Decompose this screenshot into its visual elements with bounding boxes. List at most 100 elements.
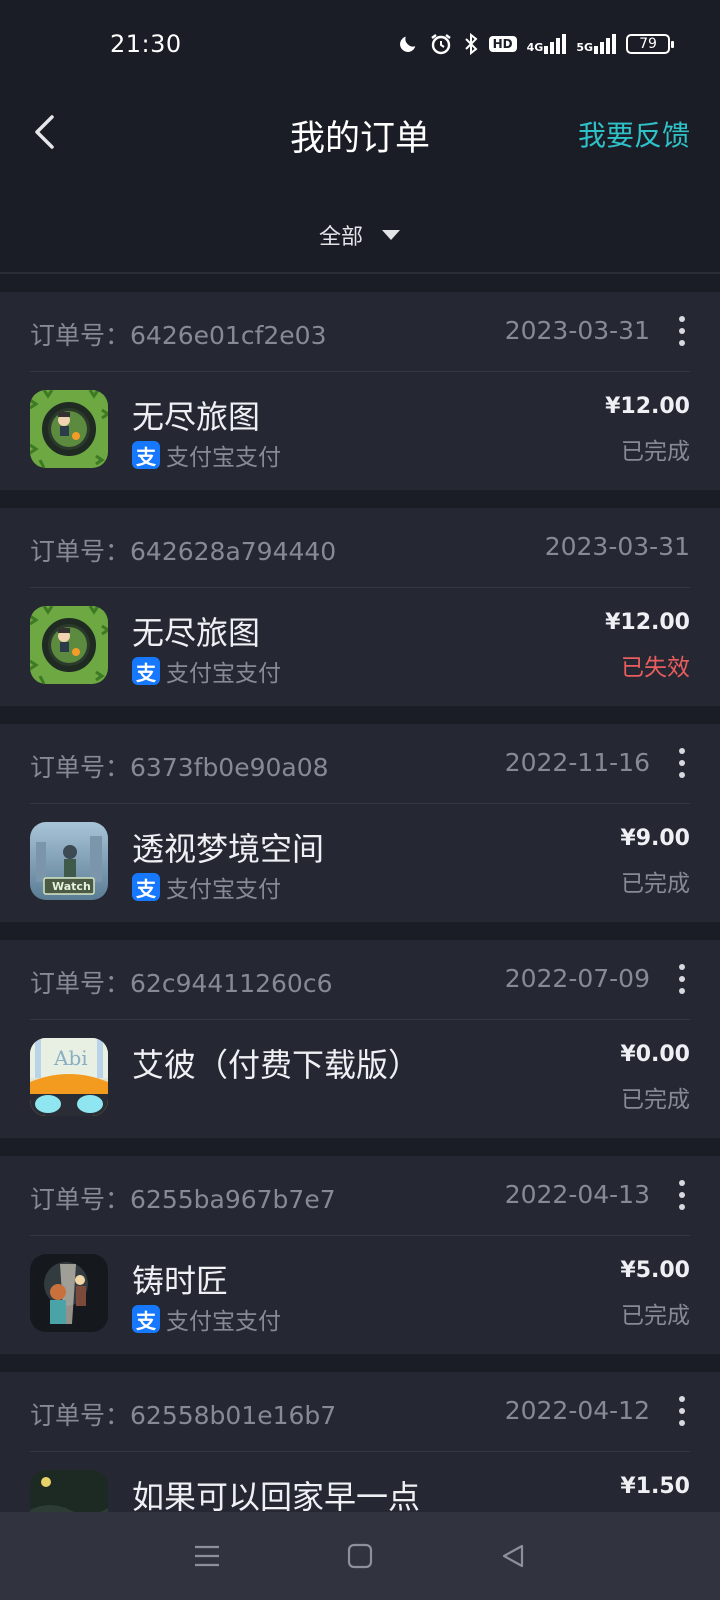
pay-method-label: 支付宝支付 [166, 1309, 281, 1335]
order-header: 订单号：62c94411260c6 2022-07-09 [30, 940, 690, 1020]
order-status: 已完成 [621, 1087, 690, 1113]
status-bar: 21:30 HD 4G 5G 79 [0, 0, 720, 90]
order-card[interactable]: 订单号：6255ba967b7e7 2022-04-13 铸时匠 支 支付宝支付… [0, 1156, 720, 1354]
order-date: 2022-07-09 [504, 964, 650, 993]
4g-label: 4G [526, 41, 544, 54]
order-number-value: 6373fb0e90a08 [130, 753, 329, 782]
app-icon-toushimengjing: Watch [30, 822, 108, 900]
order-number-label: 订单号： [30, 1401, 131, 1430]
order-number: 订单号：62558b01e16b7 [30, 1396, 336, 1432]
order-number-value: 642628a794440 [130, 537, 337, 566]
more-options-icon[interactable] [676, 1396, 688, 1426]
order-date: 2023-03-31 [544, 532, 690, 561]
app-icon-zhushijiang [30, 1254, 108, 1332]
order-price: ¥1.50 [620, 1474, 690, 1499]
order-number: 订单号：62c94411260c6 [30, 964, 332, 1000]
pay-method-label: 支付宝支付 [166, 877, 281, 903]
alipay-icon: 支 [132, 873, 160, 901]
pay-method: 支 支付宝支付 [132, 870, 281, 904]
battery-icon: 79 [626, 34, 674, 54]
order-number-value: 6255ba967b7e7 [130, 1185, 336, 1214]
more-options-icon[interactable] [676, 1180, 688, 1210]
app-name: 无尽旅图 [132, 398, 261, 436]
app-icon-aibi: Abi [30, 1038, 108, 1116]
order-number-label: 订单号： [30, 969, 131, 998]
5g-label: 5G [576, 41, 593, 54]
app-icon-text: Watch [52, 880, 91, 893]
order-date: 2023-03-31 [504, 316, 650, 345]
order-header: 订单号：6426e01cf2e03 2023-03-31 [30, 292, 690, 372]
pay-method: 支 支付宝支付 [132, 438, 281, 472]
battery-level: 79 [639, 36, 657, 52]
divider [0, 272, 720, 274]
app-name: 透视梦境空间 [132, 830, 325, 868]
order-number: 订单号：6255ba967b7e7 [30, 1180, 336, 1216]
bluetooth-icon [463, 32, 479, 56]
order-number: 订单号：6373fb0e90a08 [30, 748, 329, 784]
order-price: ¥5.00 [620, 1258, 690, 1283]
order-number-value: 62558b01e16b7 [130, 1401, 337, 1430]
hd-icon: HD [488, 36, 517, 52]
order-card[interactable]: 订单号：6426e01cf2e03 2023-03-31 无尽旅图 支 支付宝支… [0, 292, 720, 490]
order-header: 订单号：642628a794440 2023-03-31 [30, 508, 690, 588]
order-date: 2022-11-16 [504, 748, 650, 777]
screen: 21:30 HD 4G 5G 79 我的订单 我要反馈 全部 订单号：6426e… [0, 0, 720, 1600]
order-status: 已完成 [621, 1303, 690, 1329]
moon-icon [397, 33, 419, 55]
app-name: 艾彼（付费下载版） [132, 1046, 421, 1084]
alarm-icon [429, 32, 453, 56]
order-number-label: 订单号： [30, 753, 131, 782]
app-icon-text: Abi [54, 1046, 88, 1070]
order-header: 订单号：6255ba967b7e7 2022-04-13 [30, 1156, 690, 1236]
order-card[interactable]: 订单号：642628a794440 2023-03-31 无尽旅图 支 支付宝支… [0, 508, 720, 706]
order-price: ¥12.00 [605, 394, 690, 419]
alipay-icon: 支 [132, 657, 160, 685]
app-name: 无尽旅图 [132, 614, 261, 652]
pay-method-label: 支付宝支付 [166, 445, 281, 471]
order-price: ¥12.00 [605, 610, 690, 635]
pay-method: 支 支付宝支付 [132, 1302, 281, 1336]
more-options-icon[interactable] [676, 964, 688, 994]
order-price: ¥9.00 [620, 826, 690, 851]
order-price: ¥0.00 [620, 1042, 690, 1067]
order-number: 订单号：6426e01cf2e03 [30, 316, 326, 352]
order-card[interactable]: 订单号：62c94411260c6 2022-07-09 Abi 艾彼（付费下载… [0, 940, 720, 1138]
order-number-label: 订单号： [30, 537, 131, 566]
order-date: 2022-04-12 [504, 1396, 650, 1425]
pay-method: 支 支付宝支付 [132, 654, 281, 688]
order-body: Watch 透视梦境空间 支 支付宝支付 ¥9.00 已完成 [30, 804, 690, 922]
app-icon-wujinlvtu [30, 606, 108, 684]
more-options-icon[interactable] [676, 748, 688, 778]
status-icons: HD 4G 5G 79 [397, 32, 674, 56]
order-number-label: 订单号： [30, 1185, 131, 1214]
order-body: 无尽旅图 支 支付宝支付 ¥12.00 已完成 [30, 372, 690, 490]
home-icon[interactable] [336, 1532, 384, 1580]
order-number-label: 订单号： [30, 321, 131, 350]
more-options-icon[interactable] [676, 316, 688, 346]
order-number: 订单号：642628a794440 [30, 532, 336, 568]
order-card[interactable]: 订单号：6373fb0e90a08 2022-11-16 Watch 透视梦境空… [0, 724, 720, 922]
app-name: 铸时匠 [132, 1262, 229, 1300]
order-date: 2022-04-13 [504, 1180, 650, 1209]
order-number-value: 62c94411260c6 [130, 969, 333, 998]
alipay-icon: 支 [132, 1305, 160, 1333]
order-body: 无尽旅图 支 支付宝支付 ¥12.00 已失效 [30, 588, 690, 706]
order-header: 订单号：6373fb0e90a08 2022-11-16 [30, 724, 690, 804]
order-status: 已失效 [621, 655, 690, 681]
filter-label: 全部 [318, 225, 363, 250]
5g-signal-icon: 5G [576, 34, 616, 54]
bottom-navigation [0, 1512, 720, 1600]
feedback-link[interactable]: 我要反馈 [578, 114, 690, 154]
menu-icon[interactable] [183, 1532, 231, 1580]
order-number-value: 6426e01cf2e03 [130, 321, 327, 350]
header: 我的订单 我要反馈 [0, 90, 720, 180]
status-time: 21:30 [110, 30, 182, 58]
alipay-icon: 支 [132, 441, 160, 469]
filter-dropdown[interactable]: 全部 [0, 200, 720, 270]
order-body: Abi 艾彼（付费下载版） ¥0.00 已完成 [30, 1020, 690, 1138]
app-icon-wujinlvtu [30, 390, 108, 468]
back-icon[interactable] [489, 1532, 537, 1580]
4g-signal-icon: 4G [527, 34, 567, 54]
order-header: 订单号：62558b01e16b7 2022-04-12 [30, 1372, 690, 1452]
caret-down-icon [382, 230, 400, 240]
